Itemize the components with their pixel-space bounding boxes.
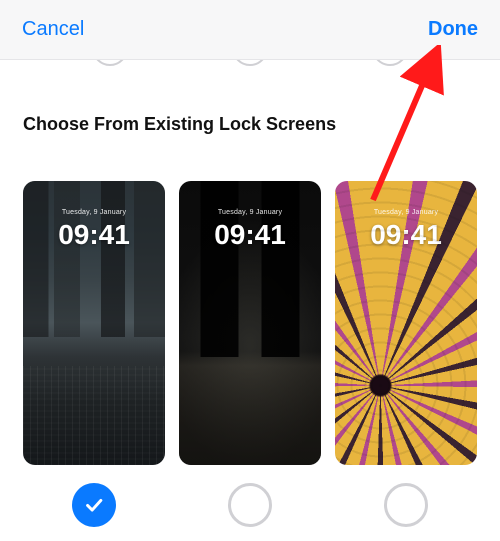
lock-screen-time: 09:41 — [335, 219, 477, 251]
lock-screen-time: 09:41 — [179, 219, 321, 251]
lock-screen-thumbnail[interactable]: Tuesday, 9 January 09:41 — [179, 181, 321, 465]
lock-screen-date: Tuesday, 9 January — [23, 209, 165, 216]
done-button[interactable]: Done — [428, 18, 478, 41]
lock-screen-thumbnail[interactable]: Tuesday, 9 January 09:41 — [335, 181, 477, 465]
selection-row — [0, 465, 500, 527]
previous-section-peek — [0, 60, 500, 70]
cancel-button[interactable]: Cancel — [22, 18, 84, 41]
radio-unselected[interactable] — [228, 483, 272, 527]
navigation-bar: Cancel Done — [0, 0, 500, 60]
lock-screen-thumbnail[interactable]: Tuesday, 9 January 09:41 — [23, 181, 165, 465]
radio-selected[interactable] — [72, 483, 116, 527]
checkmark-icon — [83, 494, 105, 516]
lock-screen-gallery: Tuesday, 9 January 09:41 Tuesday, 9 Janu… — [0, 135, 500, 465]
lock-screen-time: 09:41 — [23, 219, 165, 251]
radio-unselected[interactable] — [384, 483, 428, 527]
lock-screen-date: Tuesday, 9 January — [179, 209, 321, 216]
section-title: Choose From Existing Lock Screens — [23, 114, 500, 135]
lock-screen-date: Tuesday, 9 January — [335, 209, 477, 216]
